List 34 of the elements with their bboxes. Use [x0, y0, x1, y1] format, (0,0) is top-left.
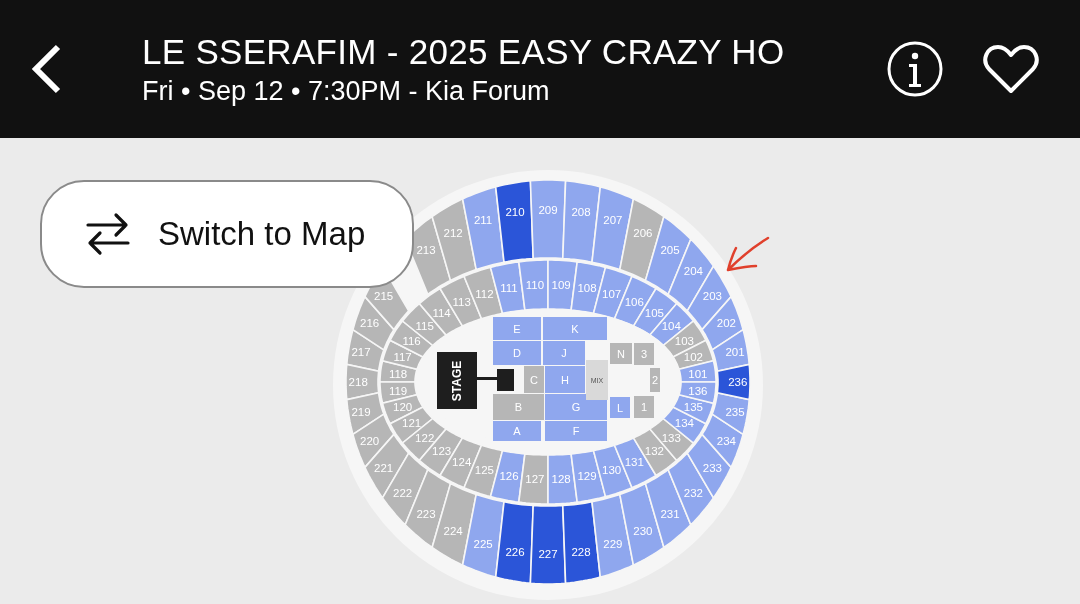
info-icon[interactable] — [886, 40, 944, 98]
floor-section[interactable]: D — [493, 341, 541, 365]
seat-section[interactable]: 208 — [561, 179, 602, 264]
floor-section[interactable]: J — [543, 341, 585, 365]
event-date: Fri • Sep 12 • 7:30PM - Kia Forum — [142, 75, 551, 107]
floor-section[interactable]: G — [545, 394, 607, 420]
swap-arrows-icon — [84, 212, 132, 256]
seat-section[interactable]: 229 — [591, 493, 635, 579]
floor-section[interactable]: C — [524, 366, 544, 393]
floor-section[interactable]: E — [493, 317, 541, 340]
heart-icon[interactable] — [982, 43, 1040, 95]
seat-section[interactable]: 210 — [494, 179, 535, 264]
seat-section[interactable]: 211 — [461, 185, 505, 271]
seat-section[interactable]: 209 — [529, 179, 567, 260]
seat-section[interactable]: 207 — [591, 185, 635, 271]
floor-section[interactable]: H — [545, 366, 585, 393]
floor-section[interactable]: L — [610, 397, 630, 418]
seat-section[interactable]: 226 — [494, 500, 535, 585]
stage: STAGE — [437, 352, 514, 409]
seat-section[interactable]: 225 — [461, 493, 505, 579]
floor-section[interactable]: F — [545, 421, 607, 441]
floor-section[interactable]: 1 — [634, 396, 654, 418]
switch-to-map-button[interactable]: Switch to Map — [40, 180, 414, 288]
floor-section[interactable]: B — [493, 394, 544, 420]
seat-section[interactable]: 227 — [529, 504, 567, 585]
hand-drawn-arrow — [726, 236, 770, 272]
floor-section[interactable]: 3 — [634, 343, 654, 365]
floor-section[interactable]: A — [493, 421, 541, 441]
floor-section[interactable]: N — [610, 343, 632, 364]
floor-section[interactable]: 2 — [650, 368, 660, 392]
seat-section[interactable]: 236 — [716, 363, 751, 401]
seat-section[interactable]: 228 — [561, 500, 602, 585]
floor-section[interactable]: K — [543, 317, 607, 340]
event-title: LE SSERAFIM - 2025 EASY CRAZY HO — [142, 31, 786, 72]
